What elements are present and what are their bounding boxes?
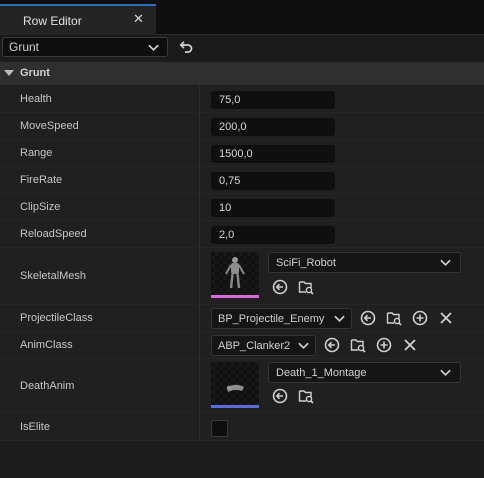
property-label: ClipSize xyxy=(20,201,61,213)
property-row-reloadspeed: ReloadSpeed 2,0 xyxy=(0,221,484,248)
class-picker-dropdown[interactable]: BP_Projectile_Enemy xyxy=(211,308,352,329)
use-selected-icon[interactable] xyxy=(360,310,376,326)
property-row-projectileclass: ProjectileClass BP_Projectile_Enemy xyxy=(0,305,484,332)
class-value: ABP_Clanker2 xyxy=(218,340,291,352)
property-label: IsElite xyxy=(20,421,50,433)
add-new-icon[interactable] xyxy=(376,337,392,353)
property-row-skeletalmesh: SkeletalMesh SciFi_Robot xyxy=(0,248,484,305)
reloadspeed-input[interactable]: 2,0 xyxy=(211,226,335,244)
clear-icon[interactable] xyxy=(402,337,418,353)
browse-asset-icon[interactable] xyxy=(350,337,366,353)
browse-asset-icon[interactable] xyxy=(298,279,314,295)
undo-arrow-icon[interactable] xyxy=(178,39,194,55)
row-selector-dropdown[interactable]: Grunt xyxy=(2,37,168,57)
use-selected-icon[interactable] xyxy=(324,337,340,353)
category-header[interactable]: Grunt xyxy=(0,62,484,85)
property-label: AnimClass xyxy=(20,339,73,351)
clipsize-input[interactable]: 10 xyxy=(211,199,335,217)
asset-value: SciFi_Robot xyxy=(276,257,336,269)
robot-thumbnail-icon xyxy=(225,257,245,289)
property-row-animclass: AnimClass ABP_Clanker2 xyxy=(0,332,484,359)
chevron-down-icon xyxy=(440,369,451,377)
tab-title: Row Editor xyxy=(23,14,82,28)
property-label: FireRate xyxy=(20,174,63,186)
property-row-firerate: FireRate 0,75 xyxy=(0,167,484,194)
column-divider[interactable] xyxy=(199,113,200,139)
chevron-down-icon xyxy=(148,44,159,52)
column-divider[interactable] xyxy=(199,194,200,220)
column-divider[interactable] xyxy=(199,167,200,193)
add-new-icon[interactable] xyxy=(412,310,428,326)
asset-thumbnail[interactable] xyxy=(211,252,259,298)
iselite-checkbox[interactable] xyxy=(211,420,228,437)
asset-type-bar xyxy=(211,295,259,298)
property-label: Range xyxy=(20,147,53,159)
asset-picker-dropdown[interactable]: Death_1_Montage xyxy=(268,362,461,383)
details-panel: Grunt Health 75,0 MoveSpeed 200,0 Range … xyxy=(0,60,484,478)
asset-picker-dropdown[interactable]: SciFi_Robot xyxy=(268,252,461,273)
asset-type-bar xyxy=(211,405,259,408)
toolbar: Grunt xyxy=(0,35,484,60)
close-icon[interactable]: ✕ xyxy=(133,12,144,26)
property-row-iselite: IsElite xyxy=(0,413,484,441)
range-input[interactable]: 1500,0 xyxy=(211,145,335,163)
movespeed-input[interactable]: 200,0 xyxy=(211,118,335,136)
class-value: BP_Projectile_Enemy xyxy=(218,313,325,325)
property-label: MoveSpeed xyxy=(20,120,79,132)
health-input[interactable]: 75,0 xyxy=(211,91,335,109)
property-label: ReloadSpeed xyxy=(20,228,87,240)
use-selected-icon[interactable] xyxy=(272,279,288,295)
chevron-down-icon xyxy=(334,315,345,323)
property-label: SkeletalMesh xyxy=(20,270,87,282)
use-selected-icon[interactable] xyxy=(272,388,288,404)
tab-row-editor[interactable]: Row Editor ✕ xyxy=(0,4,156,35)
column-divider[interactable] xyxy=(199,305,200,331)
expand-triangle-icon[interactable] xyxy=(4,70,14,76)
asset-thumbnail[interactable] xyxy=(211,362,259,408)
property-row-movespeed: MoveSpeed 200,0 xyxy=(0,113,484,140)
column-divider[interactable] xyxy=(199,221,200,247)
column-divider[interactable] xyxy=(199,248,200,304)
column-divider[interactable] xyxy=(199,86,200,112)
asset-value: Death_1_Montage xyxy=(276,367,367,379)
browse-asset-icon[interactable] xyxy=(386,310,402,326)
tab-bar: Row Editor ✕ xyxy=(0,0,484,35)
column-divider[interactable] xyxy=(199,332,200,358)
firerate-input[interactable]: 0,75 xyxy=(211,172,335,190)
clear-icon[interactable] xyxy=(438,310,454,326)
row-selector-value: Grunt xyxy=(9,40,40,54)
property-row-deathanim: DeathAnim Death_1_Montage xyxy=(0,359,484,413)
class-picker-dropdown[interactable]: ABP_Clanker2 xyxy=(211,335,316,356)
property-row-range: Range 1500,0 xyxy=(0,140,484,167)
montage-thumbnail-icon xyxy=(226,384,244,392)
chevron-down-icon xyxy=(298,342,309,350)
column-divider[interactable] xyxy=(199,359,200,412)
browse-asset-icon[interactable] xyxy=(298,388,314,404)
category-label: Grunt xyxy=(20,67,50,79)
chevron-down-icon xyxy=(440,259,451,267)
property-row-health: Health 75,0 xyxy=(0,86,484,113)
property-label: ProjectileClass xyxy=(20,312,93,324)
property-label: DeathAnim xyxy=(20,380,75,392)
column-divider[interactable] xyxy=(199,140,200,166)
property-label: Health xyxy=(20,93,52,105)
column-divider[interactable] xyxy=(199,413,200,440)
property-row-clipsize: ClipSize 10 xyxy=(0,194,484,221)
